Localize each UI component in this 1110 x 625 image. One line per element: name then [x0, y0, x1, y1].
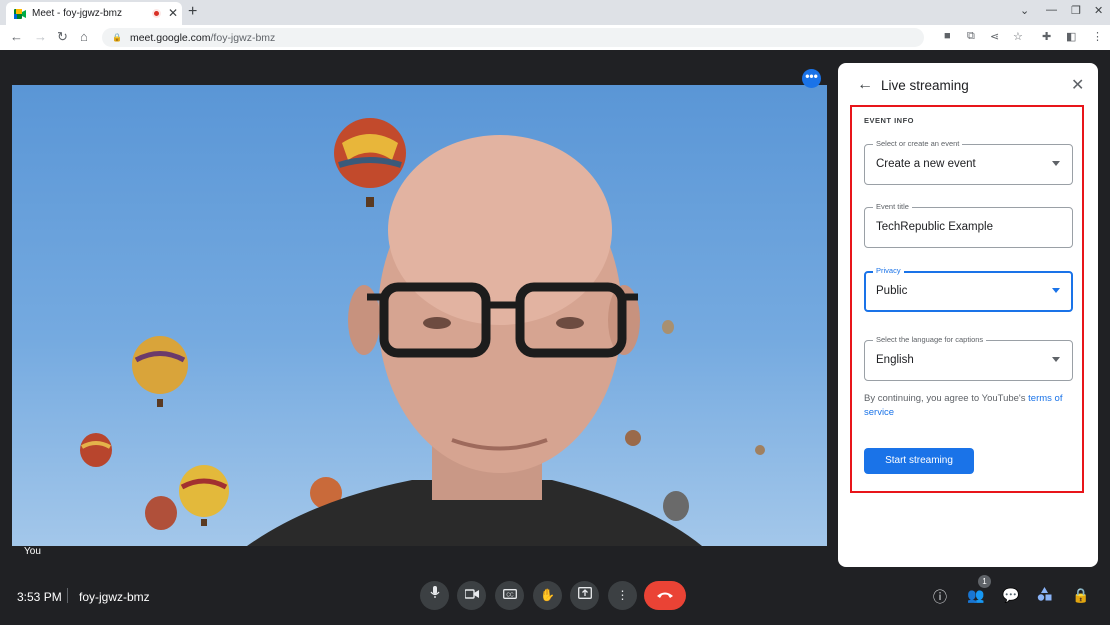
participant-video	[12, 85, 827, 546]
captions-button[interactable]: CC	[495, 581, 524, 610]
hang-up-icon	[657, 592, 673, 598]
meeting-code: foy-jgwz-bmz	[79, 590, 150, 604]
camera-in-use-icon[interactable]: ■	[944, 30, 951, 42]
browser-tab-strip: Meet - foy-jgwz-bmz ✕ + ⌄ — ❐ ✕	[0, 0, 1110, 25]
window-close-icon[interactable]: ✕	[1094, 4, 1103, 17]
url-path: /foy-jgwz-bmz	[210, 31, 276, 44]
new-tab-button[interactable]: +	[188, 3, 197, 21]
browser-menu-icon[interactable]: ⋮	[1092, 30, 1103, 43]
url-host: meet.google.com	[129, 31, 211, 44]
terms-notice: By continuing, you agree to YouTube's te…	[864, 392, 1078, 420]
restore-icon[interactable]: ❐	[1071, 4, 1081, 17]
terms-text: By continuing, you agree to YouTube's	[864, 393, 1029, 404]
hot-air-balloon	[179, 465, 229, 526]
video-scene	[80, 118, 765, 546]
more-options-button[interactable]: ⋮	[608, 581, 637, 610]
hot-air-balloon	[662, 320, 674, 334]
hot-air-balloon	[663, 491, 689, 521]
captions-icon: CC	[502, 589, 517, 599]
event-select[interactable]: Select or create an event Create a new e…	[864, 139, 1073, 185]
dropdown-arrow-icon	[1052, 288, 1060, 293]
back-arrow-icon[interactable]: ←	[10, 29, 23, 44]
tab-title: Meet - foy-jgwz-bmz	[32, 8, 123, 19]
hot-air-balloon	[80, 433, 112, 467]
share-icon[interactable]: ⋖	[990, 30, 999, 43]
participant-name-label: You	[24, 546, 41, 557]
open-in-new-icon[interactable]: ⧉	[967, 30, 975, 43]
hot-air-balloon	[334, 118, 406, 207]
hot-air-balloon	[145, 496, 177, 530]
meeting-controls-bar: 3:53 PM foy-jgwz-bmz CC ✋ ⋮ ⓘ 👥 1 💬 🔒	[0, 567, 1110, 625]
close-icon[interactable]: ✕	[1071, 75, 1084, 95]
field-value: English	[876, 354, 914, 366]
field-label: Select or create an event	[873, 139, 963, 148]
present-button[interactable]	[570, 581, 599, 610]
people-icon[interactable]: 👥	[967, 587, 984, 604]
field-label: Event title	[873, 202, 912, 211]
browser-toolbar: ← → ↻ ⌂ 🔒 meet.google.com/foy-jgwz-bmz ■…	[0, 25, 1110, 50]
recording-indicator-icon	[152, 9, 161, 18]
dropdown-arrow-icon	[1052, 357, 1060, 362]
svg-text:CC: CC	[506, 592, 514, 598]
end-call-button[interactable]	[644, 581, 686, 610]
tab-close-icon[interactable]: ✕	[168, 6, 178, 20]
hot-air-balloon	[132, 336, 188, 407]
dropdown-arrow-icon	[1052, 161, 1060, 166]
meet-favicon-icon	[14, 8, 26, 19]
home-icon[interactable]: ⌂	[80, 29, 88, 44]
address-bar[interactable]: 🔒 meet.google.com/foy-jgwz-bmz	[102, 28, 924, 47]
more-options-icon[interactable]: •••	[802, 69, 821, 88]
raise-hand-button[interactable]: ✋	[533, 581, 562, 610]
people-count-badge: 1	[978, 575, 991, 588]
camera-icon	[463, 589, 479, 599]
microphone-button[interactable]	[420, 581, 449, 610]
hot-air-balloon	[625, 430, 641, 446]
side-panel-icon[interactable]: ◧	[1066, 30, 1076, 43]
extensions-icon[interactable]: ✚	[1042, 30, 1051, 43]
caption-language-select[interactable]: Select the language for captions English	[864, 335, 1073, 381]
browser-tab[interactable]: Meet - foy-jgwz-bmz ✕	[6, 2, 182, 25]
camera-button[interactable]	[457, 581, 486, 610]
forward-arrow-icon[interactable]: →	[34, 29, 47, 44]
bookmark-star-icon[interactable]: ☆	[1013, 30, 1023, 43]
event-title-field[interactable]: Event title TechRepublic Example	[864, 202, 1073, 248]
back-arrow-icon[interactable]: ←	[857, 76, 873, 94]
divider	[67, 588, 68, 603]
meet-stage: ••• You ← Live streaming ✕ EVENT INFO Se…	[0, 50, 1110, 625]
field-value: Public	[876, 285, 908, 297]
field-value: Create a new event	[876, 158, 976, 170]
tab-search-icon[interactable]: ⌄	[1020, 4, 1029, 17]
current-time: 3:53 PM	[17, 590, 62, 604]
field-label: Select the language for captions	[873, 335, 987, 344]
minimize-icon[interactable]: —	[1046, 4, 1057, 16]
panel-title: Live streaming	[881, 78, 969, 93]
chat-icon[interactable]: 💬	[1002, 587, 1019, 604]
panel-header: ← Live streaming ✕	[838, 63, 1098, 109]
privacy-select[interactable]: Privacy Public	[864, 266, 1073, 312]
field-label: Privacy	[873, 266, 904, 275]
host-controls-icon[interactable]: 🔒	[1072, 587, 1089, 604]
microphone-icon	[429, 586, 440, 598]
more-vert-icon: ⋮	[616, 588, 629, 602]
meeting-details-icon[interactable]: ⓘ	[933, 587, 947, 607]
start-streaming-button[interactable]: Start streaming	[864, 448, 974, 474]
present-screen-icon	[577, 587, 592, 599]
lock-icon: 🔒	[112, 33, 122, 42]
reload-icon[interactable]: ↻	[57, 29, 68, 45]
hand-icon: ✋	[540, 588, 555, 602]
section-heading: EVENT INFO	[864, 116, 915, 125]
live-streaming-panel: ← Live streaming ✕ EVENT INFO Select or …	[838, 63, 1098, 567]
field-value: TechRepublic Example	[876, 221, 993, 233]
hot-air-balloon	[755, 445, 765, 455]
activities-icon[interactable]	[1037, 587, 1052, 604]
